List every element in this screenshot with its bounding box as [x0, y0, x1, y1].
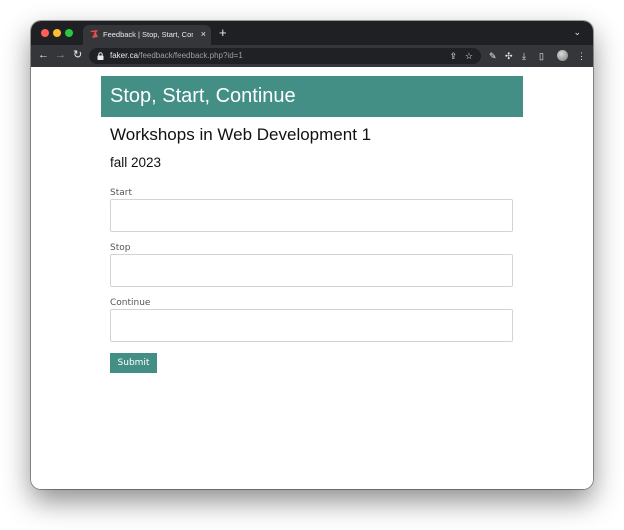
page-content: Stop, Start, Continue Workshops in Web D… [31, 67, 593, 489]
address-bar[interactable]: faker.ca/feedback/feedback.php?id=1 ⇪ ☆ [89, 48, 481, 64]
close-window-button[interactable] [41, 29, 49, 37]
browser-toolbar: ← → ↻ faker.ca/feedback/feedback.php?id=… [31, 45, 593, 67]
course-title: Workshops in Web Development 1 [110, 125, 372, 144]
reload-icon[interactable]: ↻ [73, 49, 82, 62]
tab-feedback[interactable]: Feedback | Stop, Start, Continue × [83, 25, 211, 45]
start-field-label: Start [110, 188, 132, 198]
page-title: Stop, Start, Continue [110, 85, 296, 107]
back-arrow-icon[interactable]: ← [38, 49, 49, 62]
continue-field-label: Continue [110, 298, 151, 308]
forward-arrow-icon[interactable]: → [55, 49, 66, 62]
share-icon[interactable]: ⇪ [449, 50, 457, 62]
extensions-puzzle-icon[interactable]: ✣ [505, 50, 513, 62]
browser-window: Feedback | Stop, Start, Continue × + ⌄ ←… [31, 21, 593, 489]
browser-menu-icon[interactable]: ⋮ [577, 50, 586, 62]
page-banner: Stop, Start, Continue [101, 76, 523, 117]
stop-field-label: Stop [110, 243, 131, 253]
url-host: faker.ca [110, 51, 139, 60]
extension-icon[interactable]: ✎ [489, 50, 497, 62]
bookmark-star-icon[interactable]: ☆ [465, 50, 473, 62]
faker-favicon-icon [90, 30, 98, 38]
tab-title: Feedback | Stop, Start, Continue [103, 30, 193, 39]
close-tab-icon[interactable]: × [201, 28, 206, 40]
title-bar: Feedback | Stop, Start, Continue × + ⌄ [31, 21, 593, 45]
lock-icon [97, 52, 104, 60]
term-label: fall 2023 [110, 155, 162, 170]
tab-search-chevron-icon[interactable]: ⌄ [573, 27, 581, 38]
new-tab-icon[interactable]: + [219, 26, 227, 40]
maximize-window-button[interactable] [65, 29, 73, 37]
download-icon[interactable]: ⤓ [522, 50, 526, 62]
submit-button[interactable]: Submit [110, 353, 157, 373]
start-textarea[interactable] [110, 199, 513, 232]
side-panel-icon[interactable]: ▯ [539, 50, 544, 62]
minimize-window-button[interactable] [53, 29, 61, 37]
continue-textarea[interactable] [110, 309, 513, 342]
url-text[interactable]: faker.ca/feedback/feedback.php?id=1 [110, 50, 243, 62]
profile-avatar[interactable] [557, 50, 568, 61]
stop-textarea[interactable] [110, 254, 513, 287]
url-path: /feedback/feedback.php?id=1 [138, 51, 243, 60]
